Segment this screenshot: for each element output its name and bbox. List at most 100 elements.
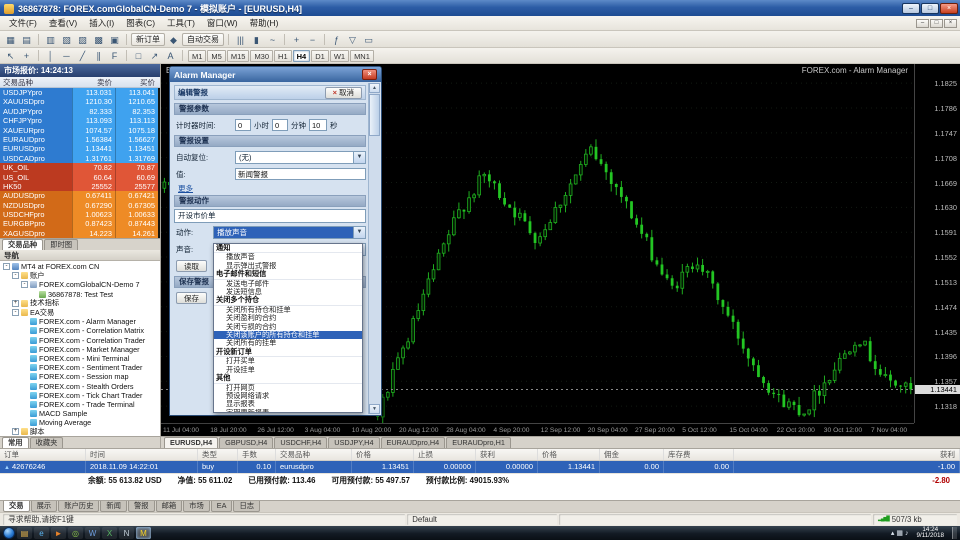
dropdown-option[interactable]: 开设挂单	[214, 366, 362, 374]
dropdown-option[interactable]: 关闭该账户的所有持仓和挂单	[214, 331, 362, 339]
maximize-icon[interactable]: □	[921, 3, 939, 14]
cursor-icon[interactable]: ↖	[3, 49, 18, 62]
dropdown-option[interactable]: 关闭所有持仓和挂单	[214, 306, 362, 314]
dropdown-option[interactable]: 定期更新报表	[214, 409, 362, 413]
alert-name-input[interactable]	[235, 168, 366, 180]
market-watch-row[interactable]: XAUEURpro1074.571075.18	[0, 126, 160, 135]
tree-item[interactable]: FOREX.com - Alarm Manager	[0, 317, 160, 326]
tree-item[interactable]: FOREX.com - Mini Terminal	[0, 354, 160, 363]
market-watch-row[interactable]: USDCHFpro1.006231.00633	[0, 210, 160, 219]
bar-chart-icon[interactable]: |||	[233, 33, 248, 46]
status-profile[interactable]: Default	[407, 514, 557, 525]
taskbar-chrome-icon[interactable]: ◎	[68, 527, 83, 539]
dialog-titlebar[interactable]: Alarm Manager ×	[170, 67, 381, 82]
nav-tab-常用[interactable]: 常用	[2, 437, 29, 448]
dropdown-option[interactable]: 打开买单	[214, 357, 362, 365]
tree-expander-icon[interactable]: -	[12, 272, 19, 279]
market-watch-row[interactable]: HK502555225577	[0, 182, 160, 191]
strategy-tester-icon[interactable]: ▣	[107, 33, 122, 46]
timer-minutes-input[interactable]	[272, 119, 288, 131]
scroll-up-icon[interactable]: ▲	[369, 83, 380, 93]
menu-item-帮助(H)[interactable]: 帮助(H)	[244, 16, 285, 30]
tree-item[interactable]: +脚本	[0, 427, 160, 436]
shapes-icon[interactable]: □	[131, 49, 146, 62]
taskbar-word-icon[interactable]: W	[85, 527, 100, 539]
autotrading-button[interactable]: 自动交易	[182, 33, 224, 46]
terminal-tab-新闻[interactable]: 新闻	[100, 501, 127, 512]
chart-tab-EURAUDpro,H4[interactable]: EURAUDpro,H4	[381, 437, 446, 448]
tree-expander-icon[interactable]: +	[12, 300, 19, 307]
chevron-down-icon[interactable]: ▼	[353, 152, 365, 163]
taskbar-notepad-icon[interactable]: N	[119, 527, 134, 539]
metaeditor-icon[interactable]: ◆	[166, 33, 181, 46]
horizontal-line-icon[interactable]: ─	[59, 49, 74, 62]
timer-hours-input[interactable]	[235, 119, 251, 131]
timeframe-H1[interactable]: H1	[274, 50, 292, 62]
tree-item[interactable]: FOREX.com - Correlation Trader	[0, 336, 160, 345]
text-label-icon[interactable]: A	[163, 49, 178, 62]
market-watch-row[interactable]: NZDUSDpro0.672900.67305	[0, 201, 160, 210]
timeframe-MN1[interactable]: MN1	[350, 50, 374, 62]
terminal-tab-邮箱[interactable]: 邮箱	[156, 501, 183, 512]
timeframe-M30[interactable]: M30	[250, 50, 273, 62]
dropdown-option[interactable]: 播放声音	[214, 253, 362, 261]
mw-tab-交易品种[interactable]: 交易品种	[2, 239, 43, 250]
periods-icon[interactable]: ▽	[345, 33, 360, 46]
market-watch-row[interactable]: AUDUSDpro0.674110.67421	[0, 191, 160, 200]
taskbar-media-player-icon[interactable]: ►	[51, 527, 66, 539]
chart-tab-EURUSD,H4[interactable]: EURUSD,H4	[164, 437, 218, 448]
tree-item[interactable]: FOREX.com - Session map	[0, 372, 160, 381]
timeframe-D1[interactable]: D1	[311, 50, 329, 62]
dropdown-option[interactable]: 关闭盈利的合约	[214, 314, 362, 322]
tree-item[interactable]: FOREX.com - Correlation Matrix	[0, 326, 160, 335]
tree-item[interactable]: -FOREX.comGlobalCN-Demo 7	[0, 280, 160, 289]
market-watch-row[interactable]: AUDJPYpro82.33382.353	[0, 107, 160, 116]
menu-item-查看(V)[interactable]: 查看(V)	[43, 16, 83, 30]
market-watch-row[interactable]: CHFJPYpro113.093113.113	[0, 116, 160, 125]
dropdown-option[interactable]: 打开网页	[214, 384, 362, 392]
trendline-icon[interactable]: ╱	[75, 49, 90, 62]
mw-tab-即时图[interactable]: 即时图	[44, 239, 78, 250]
price-scale[interactable]: 1.18251.17861.17471.17081.16691.16301.15…	[914, 64, 960, 423]
tree-item[interactable]: -MT4 at FOREX.com CN	[0, 262, 160, 271]
timeframe-W1[interactable]: W1	[330, 50, 349, 62]
tree-expander-icon[interactable]: +	[12, 428, 19, 435]
dropdown-option[interactable]: 通知	[214, 244, 362, 253]
line-chart-icon[interactable]: ~	[265, 33, 280, 46]
dropdown-option[interactable]: 其他	[214, 374, 362, 383]
auto-reset-select[interactable]: (无) ▼	[235, 151, 366, 164]
tree-item[interactable]: FOREX.com - Trade Terminal	[0, 400, 160, 409]
dropdown-option[interactable]: 关闭亏损的合约	[214, 323, 362, 331]
timeframe-M15[interactable]: M15	[227, 50, 250, 62]
tree-item[interactable]: FOREX.com - Tick Chart Trader	[0, 391, 160, 400]
market-watch-row[interactable]: US_OIL60.6460.69	[0, 173, 160, 182]
tree-item[interactable]: 36867878: Test Test	[0, 290, 160, 299]
new-chart-icon[interactable]: ▦	[3, 33, 18, 46]
chart-tab-GBPUSD,H4[interactable]: GBPUSD,H4	[219, 437, 273, 448]
close-icon[interactable]: ×	[940, 3, 958, 14]
market-watch-row[interactable]: XAUUSDpro1210.301210.65	[0, 97, 160, 106]
menu-item-窗口(W)[interactable]: 窗口(W)	[201, 16, 244, 30]
market-watch-row[interactable]: EURUSDpro1.134411.13451	[0, 144, 160, 153]
arrows-icon[interactable]: ↗	[147, 49, 162, 62]
read-button[interactable]: 读取	[176, 260, 207, 272]
scrollbar-thumb[interactable]	[369, 94, 380, 136]
chart-tab-USDCHF,H4[interactable]: USDCHF,H4	[274, 437, 327, 448]
candlestick-chart-icon[interactable]: ▮	[249, 33, 264, 46]
market-watch-row[interactable]: UK_OIL70.8270.87	[0, 163, 160, 172]
scrollbar-track[interactable]	[369, 93, 380, 404]
start-button[interactable]	[3, 527, 15, 539]
navigator-icon[interactable]: ▨	[75, 33, 90, 46]
minimize-icon[interactable]: –	[902, 3, 920, 14]
tree-item[interactable]: +技术指标	[0, 299, 160, 308]
taskbar-ie-icon[interactable]: e	[34, 527, 49, 539]
tree-expander-icon[interactable]: -	[21, 281, 28, 288]
tree-expander-icon[interactable]: -	[3, 263, 10, 270]
mdi-restore-icon[interactable]: □	[930, 19, 943, 28]
chart-area[interactable]: EURUSD,H4 1.13461 1.13510 1.13441 1.1344…	[161, 64, 960, 436]
tree-item[interactable]: FOREX.com - Stealth Orders	[0, 381, 160, 390]
timeframe-M1[interactable]: M1	[188, 50, 206, 62]
terminal-tab-交易[interactable]: 交易	[3, 501, 30, 512]
more-link[interactable]: 更多	[178, 184, 193, 193]
taskbar-explorer-icon[interactable]: ▤	[17, 527, 32, 539]
